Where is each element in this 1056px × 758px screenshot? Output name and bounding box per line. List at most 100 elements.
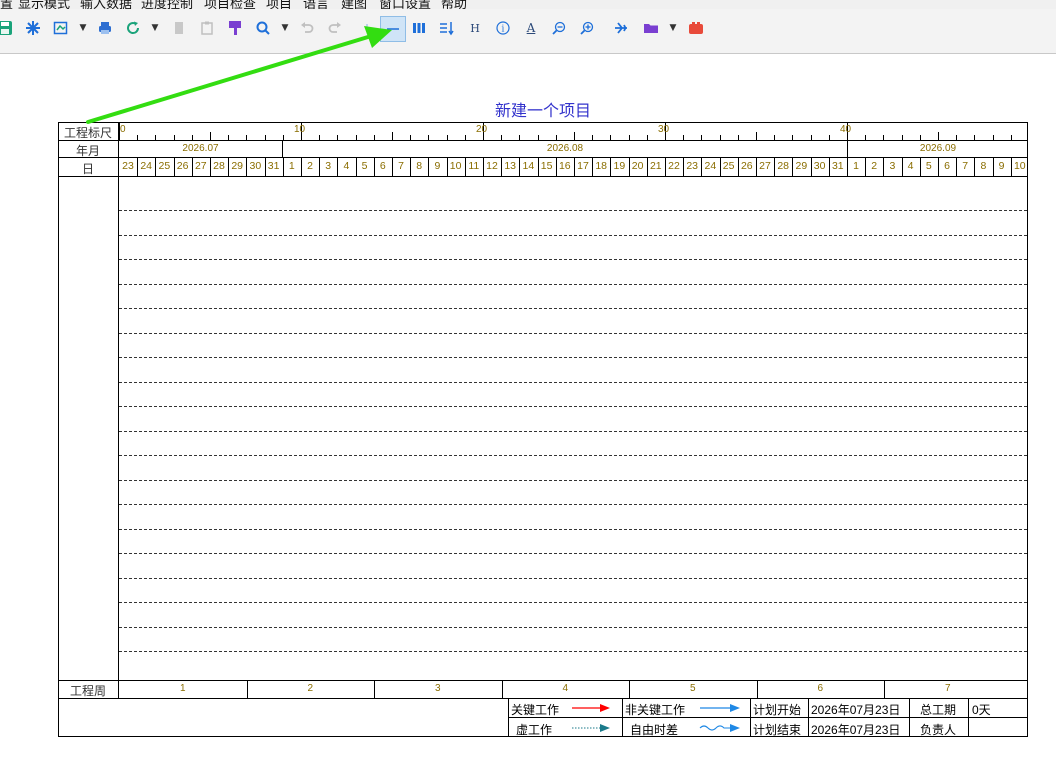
format-brush-icon[interactable] [224, 17, 246, 39]
asterisk-icon[interactable] [22, 17, 44, 39]
zoom-in-icon[interactable] [576, 17, 598, 39]
info-glyph: i [502, 25, 505, 35]
critical-arrow-icon [572, 704, 610, 712]
week-label: 工程周 [69, 684, 106, 698]
day-cell: 24 [140, 160, 153, 172]
ruler-tick [810, 135, 812, 140]
ruler-tick [628, 135, 630, 140]
airplane-icon[interactable] [610, 17, 632, 39]
footer-divider-1 [58, 680, 1028, 681]
ruler-tick [519, 135, 521, 140]
ruler-label: 工程标尺 [63, 126, 112, 140]
ruler-tick [191, 135, 193, 140]
task-row[interactable] [119, 602, 1027, 603]
task-row[interactable] [119, 332, 1027, 334]
day-cell: 26 [740, 160, 753, 172]
redo-icon[interactable] [324, 17, 346, 39]
ruler-tick [428, 135, 430, 140]
day-cell: 23 [686, 160, 699, 172]
zoom-icon[interactable] [252, 17, 274, 39]
day-cell: 22 [668, 160, 680, 172]
task-row[interactable] [119, 357, 1027, 358]
task-row[interactable] [119, 504, 1027, 505]
ruler-tick [155, 135, 157, 140]
day-cell: 5 [361, 160, 368, 172]
day-cell: 4 [907, 160, 914, 172]
task-row[interactable] [119, 626, 1027, 628]
task-row[interactable] [119, 479, 1027, 481]
plan-start-value: 2026年07月23日 [811, 703, 901, 717]
text-icon[interactable]: A [520, 17, 542, 39]
week-cell: 4 [562, 683, 569, 694]
day-cell: 28 [777, 160, 790, 172]
day-cell: 23 [122, 160, 134, 172]
day-cell: 31 [831, 160, 844, 172]
undo-icon[interactable] [296, 17, 318, 39]
info-icon[interactable]: i [492, 17, 514, 39]
day-cell: 8 [980, 160, 987, 172]
task-row[interactable] [119, 651, 1027, 652]
day-cell: 29 [795, 160, 808, 172]
day-cell: 27 [759, 160, 771, 172]
day-cell: 9 [998, 160, 1005, 172]
task-row[interactable] [119, 381, 1027, 383]
task-row[interactable] [119, 406, 1027, 407]
ruler-tick [464, 135, 466, 140]
paste-icon[interactable] [196, 17, 218, 39]
sort-icon[interactable] [436, 17, 458, 39]
task-row[interactable] [119, 259, 1027, 260]
ruler-tick [410, 135, 412, 140]
zoom-out-icon[interactable] [548, 17, 570, 39]
folder-icon[interactable] [640, 17, 662, 39]
task-row[interactable] [119, 210, 1027, 211]
chevron-down-icon[interactable]: ▼ [280, 17, 290, 39]
month-cell: 2026.07 [182, 143, 219, 154]
project-title[interactable]: 新建一个项目 [300, 97, 786, 121]
ruler-tick [646, 135, 648, 140]
task-row[interactable] [119, 283, 1027, 285]
task-row[interactable] [119, 308, 1027, 309]
horizontal-line-icon[interactable] [380, 16, 406, 42]
task-row[interactable] [119, 234, 1027, 236]
day-cell: 18 [595, 160, 608, 172]
ruler-tick [774, 135, 776, 140]
ruler-tick [355, 135, 357, 140]
task-row[interactable] [119, 553, 1027, 554]
ruler-tick [683, 135, 685, 140]
chevron-down-icon[interactable]: ▼ [78, 17, 88, 39]
red-box-icon[interactable] [685, 17, 707, 39]
day-cell: 7 [962, 160, 969, 172]
day-cell: 24 [704, 160, 717, 172]
ruler-tick [756, 132, 757, 140]
day-cell: 5 [925, 160, 932, 172]
footer-divider-2 [58, 698, 1028, 699]
ruler-tick-label: 10 [294, 124, 306, 135]
task-row[interactable] [119, 430, 1027, 432]
day-cell: 13 [504, 160, 517, 172]
day-label: 日 [81, 162, 94, 176]
ruler-tick [792, 135, 794, 140]
ruler-tick-label: 20 [476, 124, 488, 135]
task-row[interactable] [119, 455, 1027, 456]
columns-icon[interactable] [408, 17, 430, 39]
task-row[interactable] [119, 528, 1027, 530]
vertical-line-icon[interactable] [352, 17, 374, 39]
print-icon[interactable] [94, 17, 116, 39]
ruler-tick [392, 132, 393, 140]
ruler-tick-label: 0 [120, 124, 126, 135]
day-cell: 2 [871, 160, 878, 172]
task-row[interactable] [119, 577, 1027, 579]
copy-icon[interactable] [168, 17, 190, 39]
refresh-icon[interactable] [122, 17, 144, 39]
chevron-down-icon[interactable]: ▼ [150, 17, 160, 39]
h-icon[interactable]: H [464, 17, 486, 39]
dummy-arrow-icon [572, 724, 610, 732]
day-cell: 14 [522, 160, 535, 172]
ruler-tick [319, 135, 321, 140]
ruler-tick [883, 135, 885, 140]
duration-value: 0天 [972, 703, 991, 717]
chevron-down-icon[interactable]: ▼ [668, 17, 678, 39]
export-icon[interactable] [50, 17, 72, 39]
save-icon[interactable] [0, 17, 16, 39]
day-cell: 31 [267, 160, 280, 172]
